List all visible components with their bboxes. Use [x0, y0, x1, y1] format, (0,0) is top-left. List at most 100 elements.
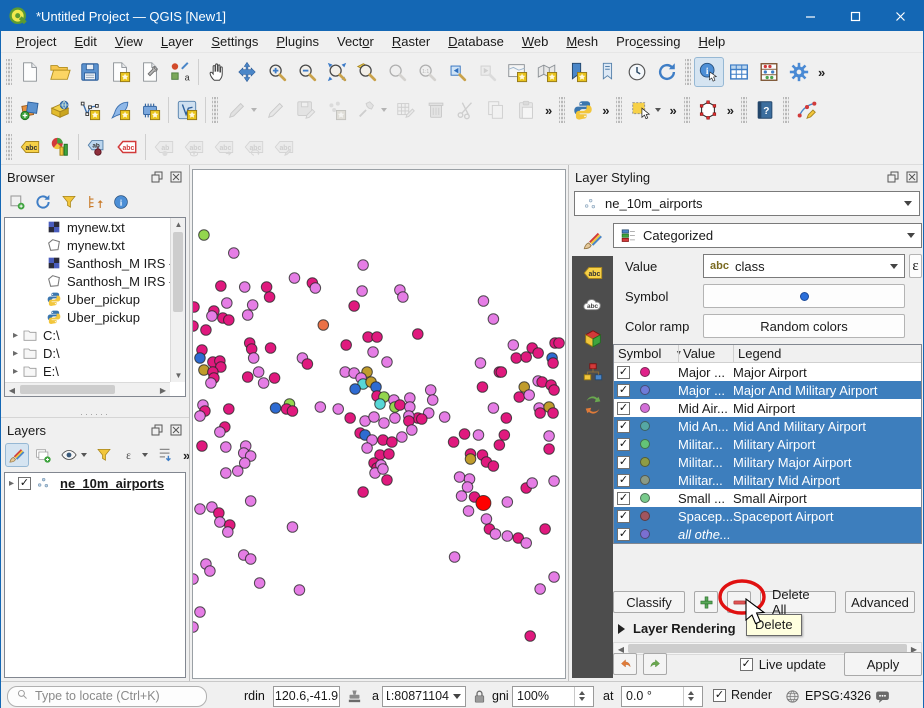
menu-item[interactable]: Edit — [65, 32, 105, 51]
close-button[interactable] — [878, 1, 923, 31]
diagram-options-button[interactable] — [45, 132, 75, 162]
category-checkbox[interactable]: ✓ — [617, 528, 630, 541]
browser-horizontal-scrollbar[interactable]: ◀ ▶ — [5, 382, 170, 396]
spinner-buttons[interactable] — [683, 687, 698, 706]
browser-tree-item[interactable]: ▸ mynew.txt — [5, 236, 170, 254]
category-row[interactable]: ✓ all othe... — [614, 525, 921, 543]
refresh-button[interactable] — [652, 57, 682, 87]
toolbar-overflow-button[interactable]: » — [665, 103, 680, 118]
locator-search-input[interactable]: Type to locate (Ctrl+K) — [7, 686, 207, 707]
styling-tab-labels-mask[interactable]: abc — [572, 289, 613, 322]
data-source-manager-button[interactable] — [15, 95, 45, 125]
menu-item[interactable]: View — [106, 32, 152, 51]
toolbar-drag-handle[interactable] — [741, 97, 747, 123]
python-console-button[interactable] — [568, 95, 598, 125]
minimize-button[interactable] — [788, 1, 833, 31]
new-virtual-layer-button[interactable] — [135, 95, 165, 125]
redo-button[interactable] — [643, 653, 667, 675]
undo-button[interactable] — [613, 653, 637, 675]
show-bookmarks-button[interactable] — [592, 57, 622, 87]
new-vector-layer-button[interactable] — [75, 95, 105, 125]
statistics-button[interactable] — [754, 57, 784, 87]
category-checkbox[interactable]: ✓ — [617, 402, 630, 415]
attribute-table-button[interactable] — [724, 57, 754, 87]
add-category-button[interactable] — [694, 591, 718, 613]
category-checkbox[interactable]: ✓ — [617, 438, 630, 451]
browser-tree-item[interactable]: ▸ mynew.txt — [5, 218, 170, 236]
processing-toolbox-button[interactable] — [784, 57, 814, 87]
live-update-checkbox[interactable]: ✓ — [740, 658, 753, 671]
symbol-button[interactable] — [703, 284, 905, 308]
category-row[interactable]: ✓ Small ... Small Airport — [614, 489, 921, 507]
save-project-button[interactable] — [75, 57, 105, 87]
magnifier-input[interactable]: 100% — [512, 686, 594, 707]
expand-tree-button[interactable] — [153, 443, 177, 467]
filter-button[interactable] — [57, 190, 81, 214]
scale-input[interactable]: 1:80871104 — [382, 686, 466, 707]
new-map-view-button[interactable] — [502, 57, 532, 87]
category-table-header[interactable]: Symbol▼ Value Legend — [614, 345, 921, 363]
collapse-all-button[interactable] — [83, 190, 107, 214]
browser-tree-item[interactable]: ▸ E:\ — [5, 362, 170, 380]
layer-item-ne-10m-airports[interactable]: ▸ ✓ ne_10m_airports — [5, 473, 185, 493]
advanced-button[interactable]: Advanced — [845, 591, 915, 613]
zoom-out-button[interactable] — [292, 57, 322, 87]
messages-icon[interactable] — [874, 688, 891, 705]
apply-button[interactable]: Apply — [844, 652, 922, 676]
pan-to-selection-button[interactable] — [232, 57, 262, 87]
category-row[interactable]: ✓ Militar... Military Airport — [614, 435, 921, 453]
new-project-button[interactable] — [15, 57, 45, 87]
render-checkbox[interactable]: ✓ — [713, 689, 726, 702]
delete-all-button[interactable]: Delete All — [760, 591, 836, 613]
browser-tree-item[interactable]: ▸ Uber_pickup — [5, 290, 170, 308]
crs-status[interactable]: EPSG:4326 — [805, 689, 871, 703]
toolbar-drag-handle[interactable] — [6, 59, 12, 85]
zoom-full-button[interactable] — [322, 57, 352, 87]
category-checkbox[interactable]: ✓ — [617, 420, 630, 433]
add-group-button[interactable] — [31, 443, 55, 467]
toolbar-overflow-button[interactable]: » — [541, 103, 556, 118]
category-checkbox[interactable]: ✓ — [617, 384, 630, 397]
toolbar-drag-handle[interactable] — [6, 134, 12, 160]
styling-tab-history[interactable] — [572, 388, 613, 421]
pan-map-button[interactable] — [202, 57, 232, 87]
crs-globe-icon[interactable] — [784, 688, 801, 705]
brush-button[interactable] — [5, 443, 29, 467]
category-row[interactable]: ✓ Major ... Major And Military Airport — [614, 381, 921, 399]
filter-legend-button[interactable] — [92, 443, 116, 467]
browser-tree-item[interactable]: ▸ Santhosh_M IRS - C — [5, 272, 170, 290]
browser-tree-item[interactable]: ▸ Santhosh_M IRS - C — [5, 254, 170, 272]
menu-item[interactable]: Help — [689, 32, 734, 51]
category-row[interactable]: ✓ Militar... Military Mid Airport — [614, 471, 921, 489]
open-project-button[interactable] — [45, 57, 75, 87]
menu-item[interactable]: Mesh — [557, 32, 607, 51]
toolbar-drag-handle[interactable] — [685, 59, 691, 85]
category-checkbox[interactable]: ✓ — [617, 366, 630, 379]
category-checkbox[interactable]: ✓ — [617, 492, 630, 505]
pin-labels-button[interactable]: ab — [82, 132, 112, 162]
style-manager-button[interactable]: a — [165, 57, 195, 87]
styling-tab-view-3d[interactable] — [572, 322, 613, 355]
layers-close-button[interactable] — [168, 423, 183, 438]
identify-features-button[interactable]: i — [694, 57, 724, 87]
toolbar-drag-handle[interactable] — [559, 97, 565, 123]
zoom-to-layer-button[interactable] — [352, 57, 382, 87]
menu-item[interactable]: Raster — [383, 32, 439, 51]
toolbar-drag-handle[interactable] — [783, 97, 789, 123]
expression-builder-button[interactable]: ε — [909, 254, 922, 278]
vertex-tool-button[interactable] — [693, 95, 723, 125]
highlight-labels-button[interactable]: abc — [112, 132, 142, 162]
renderer-select[interactable]: Categorized — [613, 223, 922, 248]
toolbar-overflow-button[interactable]: » — [814, 65, 829, 80]
delete-category-button[interactable] — [727, 591, 751, 613]
toolbar-drag-handle[interactable] — [6, 97, 12, 123]
expand-arrow-icon[interactable]: ▸ — [9, 348, 22, 359]
select-features-button[interactable] — [625, 95, 665, 125]
expand-arrow-icon[interactable]: ▸ — [9, 478, 14, 489]
layer-visibility-checkbox[interactable]: ✓ — [18, 477, 31, 490]
menu-item[interactable]: Settings — [202, 32, 267, 51]
browser-close-button[interactable] — [168, 170, 183, 185]
category-checkbox[interactable]: ✓ — [617, 474, 630, 487]
toolbar-drag-handle[interactable] — [616, 97, 622, 123]
refresh-button[interactable] — [31, 190, 55, 214]
